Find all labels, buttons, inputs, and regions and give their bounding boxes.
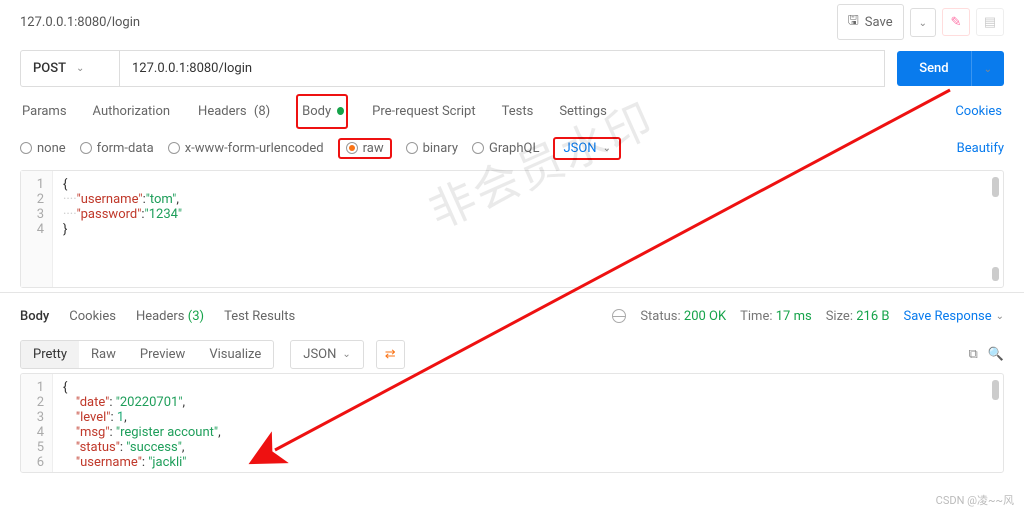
bodytype-graphql[interactable]: GraphQL bbox=[472, 141, 539, 156]
tab-body[interactable]: Body bbox=[296, 94, 348, 129]
view-visualize[interactable]: Visualize bbox=[197, 341, 273, 368]
save-icon: 🖫 bbox=[848, 11, 859, 33]
radio-selected-icon bbox=[346, 142, 358, 154]
tab-params[interactable]: Params bbox=[20, 100, 69, 123]
resp-tab-cookies[interactable]: Cookies bbox=[69, 309, 116, 324]
bodytype-none[interactable]: none bbox=[20, 141, 66, 156]
tab-body-label: Body bbox=[300, 100, 333, 123]
send-button[interactable]: Send bbox=[897, 51, 970, 86]
tab-tests[interactable]: Tests bbox=[500, 100, 536, 123]
tab-prerequest[interactable]: Pre-request Script bbox=[370, 100, 477, 123]
radio-icon bbox=[20, 142, 32, 154]
edit-icon[interactable]: ✎ bbox=[942, 8, 970, 36]
chevron-down-icon: ⌄ bbox=[984, 64, 992, 75]
tab-headers[interactable]: Headers (8) bbox=[194, 100, 274, 123]
request-body-code: { ····"username":"tom", ····"password":"… bbox=[53, 171, 192, 287]
view-raw[interactable]: Raw bbox=[79, 341, 128, 368]
chevron-down-icon: ⌄ bbox=[342, 349, 350, 360]
globe-icon bbox=[612, 309, 626, 323]
chevron-down-icon: ⌄ bbox=[919, 18, 927, 29]
send-options-button[interactable]: ⌄ bbox=[971, 51, 1004, 86]
scrollbar-icon bbox=[992, 267, 999, 281]
method-select[interactable]: POST ⌄ bbox=[20, 50, 120, 87]
save-button[interactable]: 🖫 Save bbox=[837, 4, 904, 40]
chevron-down-icon: ⌄ bbox=[996, 311, 1004, 322]
cookies-link[interactable]: Cookies bbox=[953, 100, 1004, 123]
resp-tab-body[interactable]: Body bbox=[20, 309, 49, 324]
view-mode-segment: Pretty Raw Preview Visualize bbox=[20, 340, 274, 369]
bodytype-raw[interactable]: raw bbox=[338, 138, 392, 159]
request-tab-title[interactable]: 127.0.0.1:8080/login bbox=[20, 15, 140, 30]
response-body-editor[interactable]: 123456 { "date": "20220701", "level": 1,… bbox=[20, 373, 1004, 473]
bodytype-formdata[interactable]: form-data bbox=[80, 141, 154, 156]
save-label: Save bbox=[865, 15, 893, 30]
url-input[interactable] bbox=[120, 50, 885, 87]
body-modified-dot-icon bbox=[337, 107, 344, 115]
view-pretty[interactable]: Pretty bbox=[21, 341, 79, 368]
resp-tab-tests[interactable]: Test Results bbox=[224, 309, 295, 324]
method-value: POST bbox=[33, 61, 66, 76]
wrap-lines-button[interactable]: ⇄ bbox=[376, 340, 405, 369]
resp-tab-headers[interactable]: Headers (3) bbox=[136, 309, 204, 324]
view-preview[interactable]: Preview bbox=[128, 341, 197, 368]
chevron-down-icon: ⌄ bbox=[76, 63, 84, 74]
raw-format-select[interactable]: JSON⌄ bbox=[553, 137, 621, 160]
response-format-select[interactable]: JSON⌄ bbox=[290, 340, 364, 369]
tab-authorization[interactable]: Authorization bbox=[91, 100, 173, 123]
line-gutter: 123456 bbox=[21, 374, 53, 472]
scrollbar-icon bbox=[992, 177, 999, 197]
save-options-button[interactable]: ⌄ bbox=[910, 8, 936, 37]
bodytype-binary[interactable]: binary bbox=[406, 141, 458, 156]
divider bbox=[0, 292, 1024, 293]
request-body-editor[interactable]: 1234 { ····"username":"tom", ····"passwo… bbox=[20, 170, 1004, 288]
radio-icon bbox=[80, 142, 92, 154]
bodytype-xwww[interactable]: x-www-form-urlencoded bbox=[168, 141, 324, 156]
beautify-link[interactable]: Beautify bbox=[957, 141, 1004, 156]
comment-icon[interactable]: ▤ bbox=[976, 8, 1004, 36]
response-body-code: { "date": "20220701", "level": 1, "msg":… bbox=[53, 374, 231, 472]
tab-settings[interactable]: Settings bbox=[557, 100, 608, 123]
radio-icon bbox=[406, 142, 418, 154]
radio-icon bbox=[472, 142, 484, 154]
csdn-watermark: CSDN @凌~~风 bbox=[936, 492, 1014, 508]
time-label: Time: 17 ms bbox=[740, 309, 812, 324]
radio-icon bbox=[168, 142, 180, 154]
save-response-button[interactable]: Save Response ⌄ bbox=[903, 309, 1004, 324]
size-label: Size: 216 B bbox=[826, 309, 890, 324]
copy-icon[interactable]: ⧉ bbox=[969, 347, 978, 362]
chevron-down-icon: ⌄ bbox=[603, 143, 611, 154]
status-label: Status: 200 OK bbox=[640, 309, 726, 324]
scrollbar-icon bbox=[992, 380, 999, 400]
search-icon[interactable]: 🔍 bbox=[988, 347, 1004, 362]
line-gutter: 1234 bbox=[21, 171, 53, 287]
